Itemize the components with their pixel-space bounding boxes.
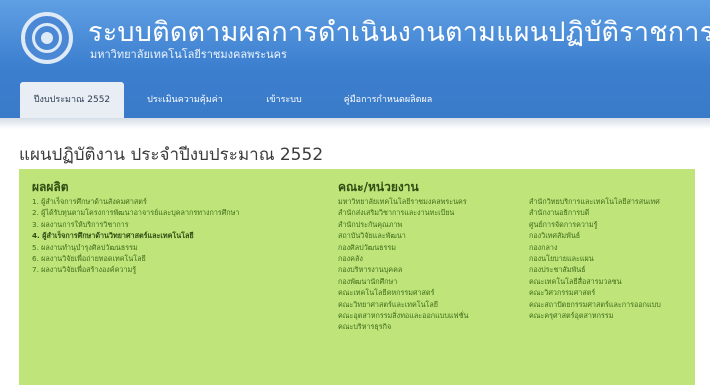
list-item[interactable]: สำนักประกันคุณภาพ — [338, 219, 468, 230]
list-item[interactable]: กองกลาง — [529, 242, 661, 253]
list-item[interactable]: คณะเทคโนโลยีคหกรรมศาสตร์ — [338, 287, 468, 298]
list-item[interactable]: กองศิลปวัฒนธรรม — [338, 242, 468, 253]
list-item[interactable]: คณะครุศาสตร์อุตสาหกรรม — [529, 310, 661, 321]
site-header: ระบบติดตามผลการดำเนินงานตามแผนปฏิบัติราช… — [0, 0, 710, 122]
list-item[interactable]: สำนักส่งเสริมวิชาการและงานทะเบียน — [338, 207, 468, 218]
list-item[interactable]: 5. ผลงานทำนุบำรุงศิลปวัฒนธรรม — [32, 242, 239, 253]
list-item[interactable]: สถาบันวิจัยและพัฒนา — [338, 230, 468, 241]
list-item[interactable]: คณะวิทยาศาสตร์และเทคโนโลยี — [338, 299, 468, 310]
tab-fiscal-year[interactable]: ปีงบประมาณ 2552 — [20, 82, 124, 118]
list-item[interactable]: กองวิเทศสัมพันธ์ — [529, 230, 661, 241]
outputs-heading: ผลผลิต — [32, 180, 69, 194]
list-item[interactable]: คณะเทคโนโลยีสื่อสารมวลชน — [529, 276, 661, 287]
list-item[interactable]: กองนโยบายและแผน — [529, 253, 661, 264]
list-item[interactable]: 2. ผู้ได้รับทุนตามโครงการพัฒนาอาจารย์และ… — [32, 207, 239, 218]
list-item-selected[interactable]: 4. ผู้สำเร็จการศึกษาด้านวิทยาศาสตร์และเท… — [32, 230, 239, 241]
list-item[interactable]: คณะบริหารธุรกิจ — [338, 321, 468, 332]
plan-panel: ผลผลิต 1. ผู้สำเร็จการศึกษาด้านสังคมศาสต… — [19, 169, 695, 385]
units-list-left: มหาวิทยาลัยเทคโนโลยีราชมงคลพระนคร สำนักส… — [338, 196, 468, 333]
list-item[interactable]: คณะวิศวกรรมศาสตร์ — [529, 287, 661, 298]
tab-value-assessment[interactable]: ประเมินความคุ้มค่า — [135, 82, 235, 118]
main-nav: ปีงบประมาณ 2552 ประเมินความคุ้มค่า เข้าร… — [0, 82, 710, 118]
list-item[interactable]: กองคลัง — [338, 253, 468, 264]
header-divider — [0, 118, 710, 129]
list-item[interactable]: 7. ผลงานวิจัยเพื่อสร้างองค์ความรู้ — [32, 264, 239, 275]
list-item[interactable]: กองประชาสัมพันธ์ — [529, 264, 661, 275]
units-list-right: สำนักวิทยบริการและเทคโนโลยีสารสนเทศ สำนั… — [529, 196, 661, 321]
outputs-list: 1. ผู้สำเร็จการศึกษาด้านสังคมศาสตร์ 2. ผ… — [32, 196, 239, 276]
units-heading: คณะ/หน่วยงาน — [338, 180, 419, 194]
page-title: แผนปฏิบัติงาน ประจำปีงบประมาณ 2552 — [19, 145, 324, 165]
tab-login[interactable]: เข้าระบบ — [254, 82, 314, 118]
list-item[interactable]: 3. ผลงานการให้บริการวิชาการ — [32, 219, 239, 230]
list-item[interactable]: คณะอุตสาหกรรมสิ่งทอและออกแบบแฟชั่น — [338, 310, 468, 321]
tab-output-manual[interactable]: คู่มือการกำหนดผลิตผล — [333, 82, 443, 118]
list-item[interactable]: กองบริหารงานบุคคล — [338, 264, 468, 275]
list-item[interactable]: ศูนย์การจัดการความรู้ — [529, 219, 661, 230]
university-logo-icon — [21, 12, 73, 64]
list-item[interactable]: 1. ผู้สำเร็จการศึกษาด้านสังคมศาสตร์ — [32, 196, 239, 207]
list-item[interactable]: 6. ผลงานวิจัยเพื่อถ่ายทอดเทคโนโลยี — [32, 253, 239, 264]
list-item[interactable]: กองพัฒนานักศึกษา — [338, 276, 468, 287]
list-item[interactable]: สำนักงานอธิการบดี — [529, 207, 661, 218]
list-item[interactable]: คณะสถาปัตยกรรมศาสตร์และการออกแบบ — [529, 299, 661, 310]
list-item[interactable]: มหาวิทยาลัยเทคโนโลยีราชมงคลพระนคร — [338, 196, 468, 207]
site-subtitle: มหาวิทยาลัยเทคโนโลยีราชมงคลพระนคร — [90, 48, 287, 61]
list-item[interactable]: สำนักวิทยบริการและเทคโนโลยีสารสนเทศ — [529, 196, 661, 207]
